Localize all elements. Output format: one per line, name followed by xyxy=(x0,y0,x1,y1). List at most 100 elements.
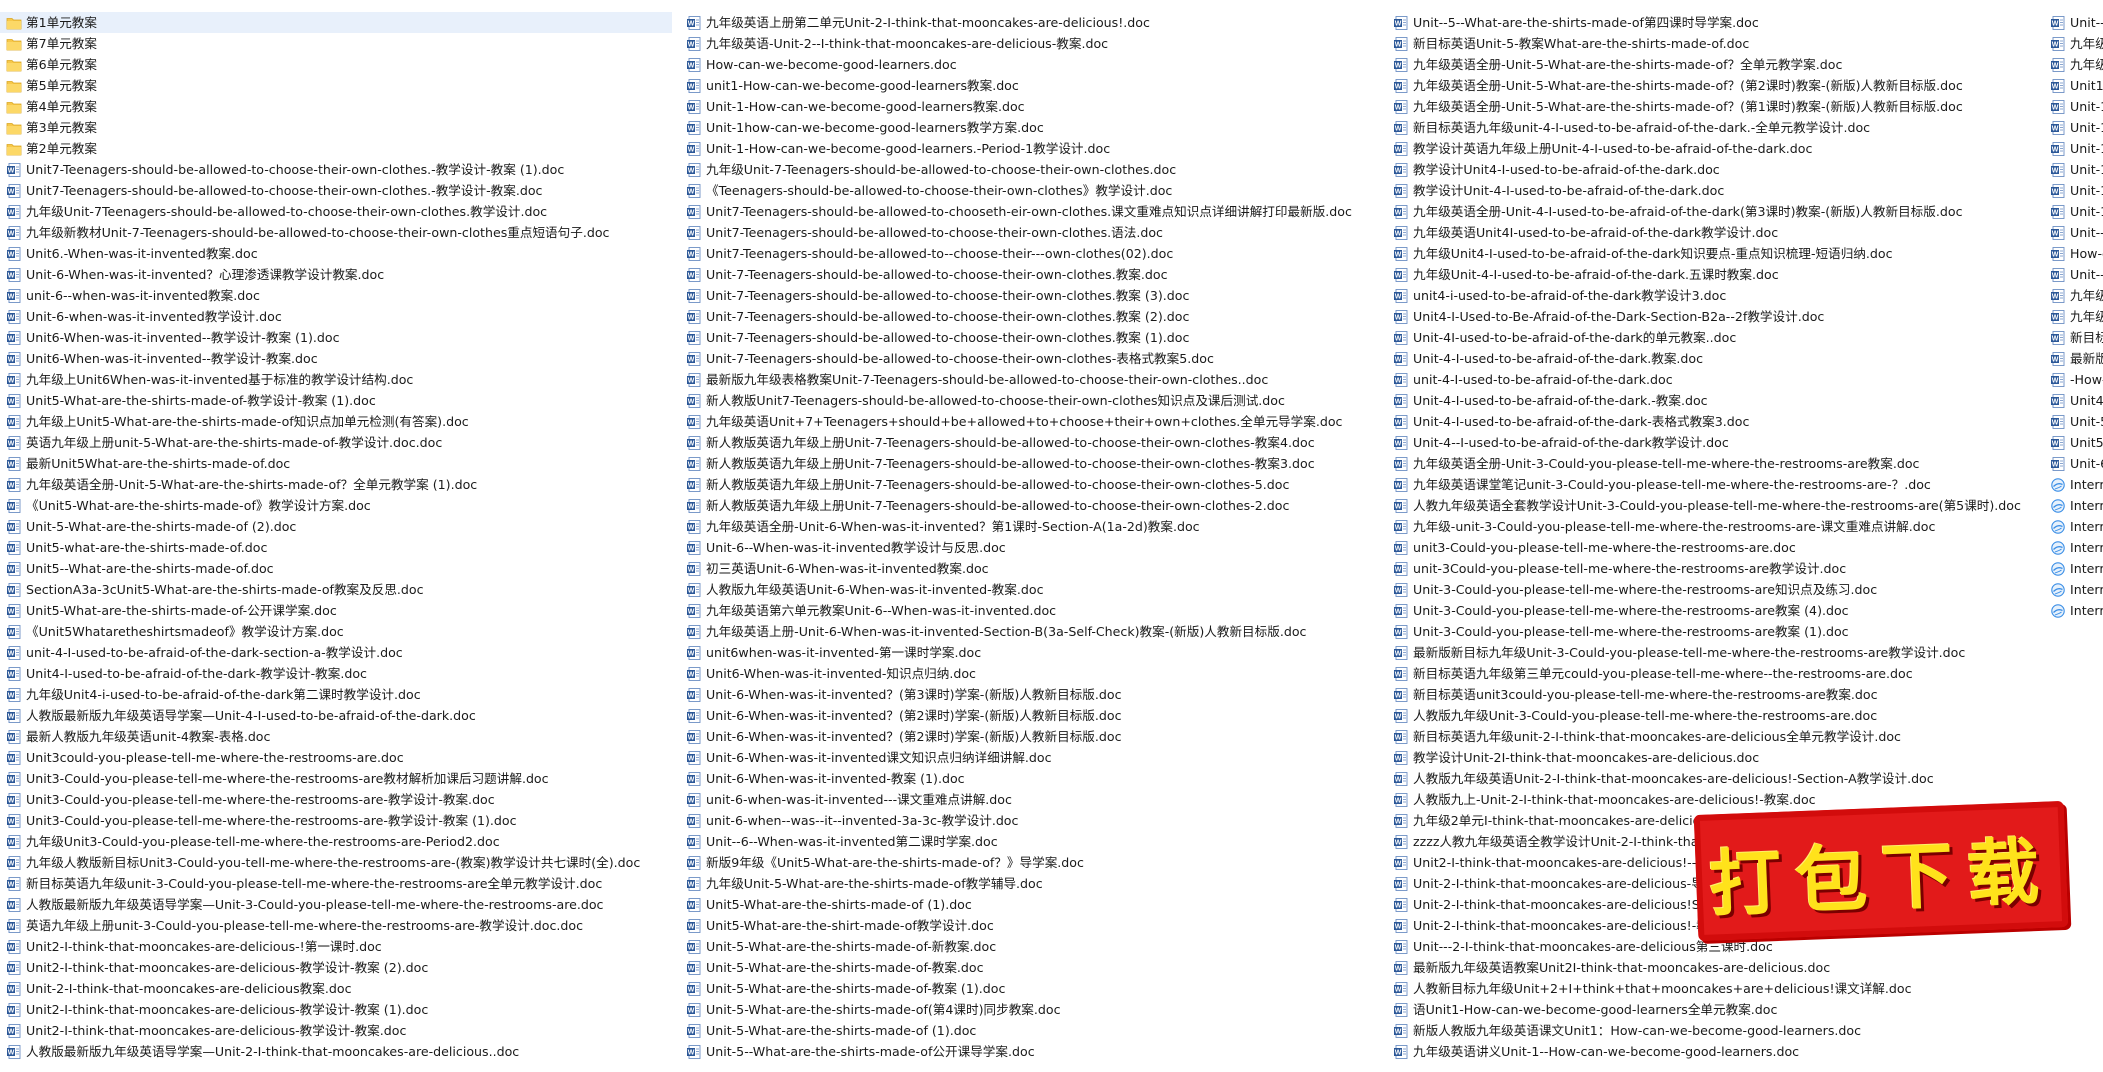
file-item[interactable]: W Unit--5--What-are-the-shirts-made-of xyxy=(2044,12,2103,33)
file-item[interactable]: W Unit-1-How-can-we-become-good-learners教… xyxy=(680,96,1380,117)
folder-item[interactable]: 第2单元教案 xyxy=(0,138,672,159)
file-item[interactable]: W Unit-7-Teenagers-should-be-allowed-to-c… xyxy=(680,306,1380,327)
shortcut-item[interactable]: Internet Shortcut xyxy=(2044,579,2103,600)
file-item[interactable]: W 九年级英语讲义Unit-1--How-can-we-become-good-l… xyxy=(1387,1041,2047,1062)
file-item[interactable]: W 英语九年级上册unit-5-What-are-the-shirts-made-… xyxy=(0,432,672,453)
file-item[interactable]: W Unit---1-How-can-we-become-good-learner… xyxy=(2044,264,2103,285)
file-item[interactable]: W 教学设计英语九年级上册Unit-4-I-used-to-be-afraid-o… xyxy=(1387,138,2047,159)
file-item[interactable]: W 人教版最新版九年级英语导学案—Unit-2-I-think-that-moon… xyxy=(0,1041,672,1062)
file-item[interactable]: W SectionA3a-3cUnit5-What-are-the-shirts-… xyxy=(0,579,672,600)
folder-item[interactable]: 第3单元教案 xyxy=(0,117,672,138)
file-item[interactable]: W Unit-1-How-can-we-become-good-learners xyxy=(2044,159,2103,180)
file-item[interactable]: W Unit-1-How-can-we-become-good-learners xyxy=(2044,180,2103,201)
file-item[interactable]: W 最新版九年级表格教案Unit-7-Teenagers-should-be-al… xyxy=(680,369,1380,390)
folder-item[interactable]: 第6单元教案 xyxy=(0,54,672,75)
file-item[interactable]: W 九年级英语全册-Unit-5-What-are-the-shirts-made… xyxy=(1387,54,2047,75)
file-item[interactable]: W Unit-4I-used-to-be-afraid-of-the-dark的单… xyxy=(1387,327,2047,348)
file-item[interactable]: W 人教版最新版九年级英语导学案—Unit-3-Could-you-please-… xyxy=(0,894,672,915)
file-item[interactable]: W Unit-3-Could-you-please-tell-me-where-t… xyxy=(1387,579,2047,600)
file-item[interactable]: W 九年级人教版新目标Unit3-Could-you-tell-me-where-… xyxy=(0,852,672,873)
file-item[interactable]: W 九年级Unit-7Teenagers-should-be-allowed-to… xyxy=(0,201,672,222)
file-item[interactable]: W 九年级-unit-3-Could-you-please-tell-me-whe… xyxy=(1387,516,2047,537)
file-item[interactable]: W 新版9年级《Unit5-What-are-the-shirts-made-of… xyxy=(680,852,1380,873)
shortcut-item[interactable]: Internet Shortcut xyxy=(2044,516,2103,537)
shortcut-item[interactable]: Internet Shortcut xyxy=(2044,558,2103,579)
file-item[interactable]: W 人教版九年级Unit-3-Could-you-please-tell-me-w… xyxy=(1387,705,2047,726)
file-item[interactable]: W Unit7-Teenagers-should-be-allowed-to-ch… xyxy=(0,180,672,201)
file-item[interactable]: W 九年级英语全册-Unit-5-What-are-the-shirts-made… xyxy=(0,474,672,495)
file-item[interactable]: W 九年级英语Unit-1-How-can-we-become-good-lear… xyxy=(2044,285,2103,306)
file-item[interactable]: W 九年级上Unit5-What-are-the-shirts-made-of知识… xyxy=(0,411,672,432)
download-package-stamp[interactable]: 打包下载 xyxy=(1693,800,2069,942)
file-item[interactable]: W 《Unit5-What-are-the-shirts-made-of》教学设计… xyxy=(0,495,672,516)
file-item[interactable]: W How-can-we-become-good-learners.doc xyxy=(680,54,1380,75)
file-item[interactable]: W Unit-4-I-used-to-be-afraid-of-the-dark-… xyxy=(1387,411,2047,432)
file-item[interactable]: W Unit-1-How-can-we-become-good-learners xyxy=(2044,138,2103,159)
file-item[interactable]: W 最新版九年级英语教案Unit2I-think-that-mooncakes-a… xyxy=(1387,957,2047,978)
file-item[interactable]: W Unit-5-What-are-the-shirts-made-of-教案.d… xyxy=(680,957,1380,978)
file-item[interactable]: W Unit2-I-think-that-mooncakes-are-delici… xyxy=(0,999,672,1020)
file-item[interactable]: W 九年级Unit-7-Teenagers-should-be-allowed-t… xyxy=(680,159,1380,180)
file-item[interactable]: W Unit-3-Could-you-please-tell-me-where-t… xyxy=(1387,600,2047,621)
file-item[interactable]: W 九年级Unit-5-What-are-the-shirts-made-of教学… xyxy=(680,873,1380,894)
file-item[interactable]: Wunit-6--when-was-it-invented教案.doc xyxy=(0,285,672,306)
file-item[interactable]: W Unit3could-you-please-tell-me-where-the… xyxy=(0,747,672,768)
file-item[interactable]: W 新人教版英语九年级上册Unit-7-Teenagers-should-be-a… xyxy=(680,453,1380,474)
file-item[interactable]: W Unit7-Teenagers-should-be-allowed-to-ch… xyxy=(680,201,1380,222)
file-item[interactable]: W Unit7-Teenagers-should-be-allowed-to-ch… xyxy=(0,159,672,180)
file-item[interactable]: W Unit-7-Teenagers-should-be-allowed-to-c… xyxy=(680,264,1380,285)
file-item[interactable]: W 新人教版英语九年级上册Unit-7-Teenagers-should-be-a… xyxy=(680,474,1380,495)
file-item[interactable]: W Unit-6-When-was-it-invented？心理渗透课教学设计教案… xyxy=(0,264,672,285)
file-item[interactable]: W Unit--6--When-was-it-invented第二课时学案.doc xyxy=(680,831,1380,852)
file-item[interactable]: Wunit-4-I-used-to-be-afraid-of-the-dark-… xyxy=(0,642,672,663)
file-item[interactable]: W 九年级英语上册第二单元Unit-2-I-think-that-mooncake… xyxy=(680,12,1380,33)
file-item[interactable]: W 九年级Unit4-I-used-to-be-afraid-of-the-dar… xyxy=(1387,243,2047,264)
file-item[interactable]: W Unit2-I-think-that-mooncakes-are-delici… xyxy=(0,936,672,957)
file-item[interactable]: W 教学设计Unit-4-I-used-to-be-afraid-of-the-d… xyxy=(1387,180,2047,201)
file-item[interactable]: W 初三英语Unit-6-When-was-it-invented教案.doc xyxy=(680,558,1380,579)
file-item[interactable]: W Unit-6-When-was-it-invented？(第2课时)学案-(新… xyxy=(680,726,1380,747)
file-item[interactable]: W Unit---1-How-can-we-become-good-learner… xyxy=(2044,222,2103,243)
file-item[interactable]: W Unit-5-What-are-the-shirts-made-of xyxy=(2044,411,2103,432)
file-item[interactable]: W Unit-4-I-used-to-be-afraid-of-the-dark.… xyxy=(1387,348,2047,369)
file-item[interactable]: W Unit-6--When-was-it-invented教学设计与反思.doc xyxy=(680,537,1380,558)
file-item[interactable]: W 人教九年级英语全套教学设计Unit-3-Could-you-please-te… xyxy=(1387,495,2047,516)
file-item[interactable]: W 九年级英语Unit+7+Teenagers+should+be+allowed… xyxy=(680,411,1380,432)
file-item[interactable]: W 新人教版Unit7-Teenagers-should-be-allowed-t… xyxy=(680,390,1380,411)
file-item[interactable]: W Unit-7-Teenagers-should-be-allowed-to-c… xyxy=(680,327,1380,348)
file-item[interactable]: W Unit-6-When-was-it-invented-教案 (1).doc xyxy=(680,768,1380,789)
shortcut-item[interactable]: Internet Shortcut xyxy=(2044,600,2103,621)
file-item[interactable]: W 新目标英语unit3could-you-please-tell-me-wher… xyxy=(1387,684,2047,705)
file-item[interactable]: W 九年级Unit4-i-used-to-be-afraid-of-the-dar… xyxy=(0,684,672,705)
file-item[interactable]: W Unit5--What-are-the-shirts-made-of.doc xyxy=(0,558,672,579)
file-item[interactable]: Wunit4-i-used-to-be-afraid-of-the-dark教学… xyxy=(1387,285,2047,306)
file-item[interactable]: W Unit-1how-can-we-become-good-learners教学… xyxy=(680,117,1380,138)
file-item[interactable]: W 九年级Unit3-Could-you-please-tell-me-where… xyxy=(0,831,672,852)
file-item[interactable]: W 九年级英语课堂笔记unit-3-Could-you-please-tell-m… xyxy=(1387,474,2047,495)
file-item[interactable]: W Unit-4-I-used-to-be-afraid-of-the-dark.… xyxy=(1387,390,2047,411)
file-item[interactable]: W 九年级英语Unit-5-What-are-the-shirts-made-of xyxy=(2044,54,2103,75)
file-item[interactable]: W 人教版九年级英语Unit-2-I-think-that-mooncakes-a… xyxy=(1387,768,2047,789)
folder-item[interactable]: 第5单元教案 xyxy=(0,75,672,96)
file-item[interactable]: W Unit-1-How-can-we-become-good-learners xyxy=(2044,201,2103,222)
file-item[interactable]: W Unit6-When-was-it-invented-知识点归纳.doc xyxy=(680,663,1380,684)
file-item[interactable]: W 九年级英语Unit-5-What-are-the-shirts-made-of xyxy=(2044,33,2103,54)
file-item[interactable]: W 九年级英语全册-Unit-5-What-are-the-shirts-made… xyxy=(1387,96,2047,117)
file-item[interactable]: W 新人教版英语九年级上册Unit-7-Teenagers-should-be-a… xyxy=(680,432,1380,453)
file-item[interactable]: W 最新版新目标九年级Unit-3-Could-you-please-tell-m… xyxy=(1387,642,2047,663)
file-item[interactable]: W Unit-2-I-think-that-mooncakes-are-delic… xyxy=(0,978,672,999)
file-item[interactable]: W Unit-3-Could-you-please-tell-me-where-t… xyxy=(1387,621,2047,642)
file-item[interactable]: W Unit-1-How-can-we-become-good-learners.… xyxy=(680,138,1380,159)
file-item[interactable]: W 人教新目标九年级Unit+2+I+think+that+mooncakes+a… xyxy=(1387,978,2047,999)
file-item[interactable]: W Unit5-What-are-the-shirts-made-of-教学设计-… xyxy=(0,390,672,411)
file-item[interactable]: W Unit-6-When-was-it-invented？(第2课时)学案-(新… xyxy=(680,705,1380,726)
shortcut-item[interactable]: Internet Shortcut xyxy=(2044,537,2103,558)
file-item[interactable]: W Unit4-I-Used-to-Be-Afraid-of-the-Dark-S… xyxy=(1387,306,2047,327)
file-item[interactable]: W 英语九年级上册unit-3-Could-you-please-tell-me-… xyxy=(0,915,672,936)
file-item[interactable]: W 九年级新教材Unit-7-Teenagers-should-be-allowe… xyxy=(0,222,672,243)
file-item[interactable]: W Unit3-Could-you-please-tell-me-where-th… xyxy=(0,810,672,831)
file-item[interactable]: W Unit3-Could-you-please-tell-me-where-th… xyxy=(0,768,672,789)
file-item[interactable]: W 九年级英语-Unit-2--I-think-that-mooncakes-ar… xyxy=(680,33,1380,54)
file-item[interactable]: W Unit-5-What-are-the-shirts-made-of (1).… xyxy=(680,1020,1380,1041)
file-item[interactable]: W Unit-6-when-was-it-invented教学设计.doc xyxy=(0,306,672,327)
